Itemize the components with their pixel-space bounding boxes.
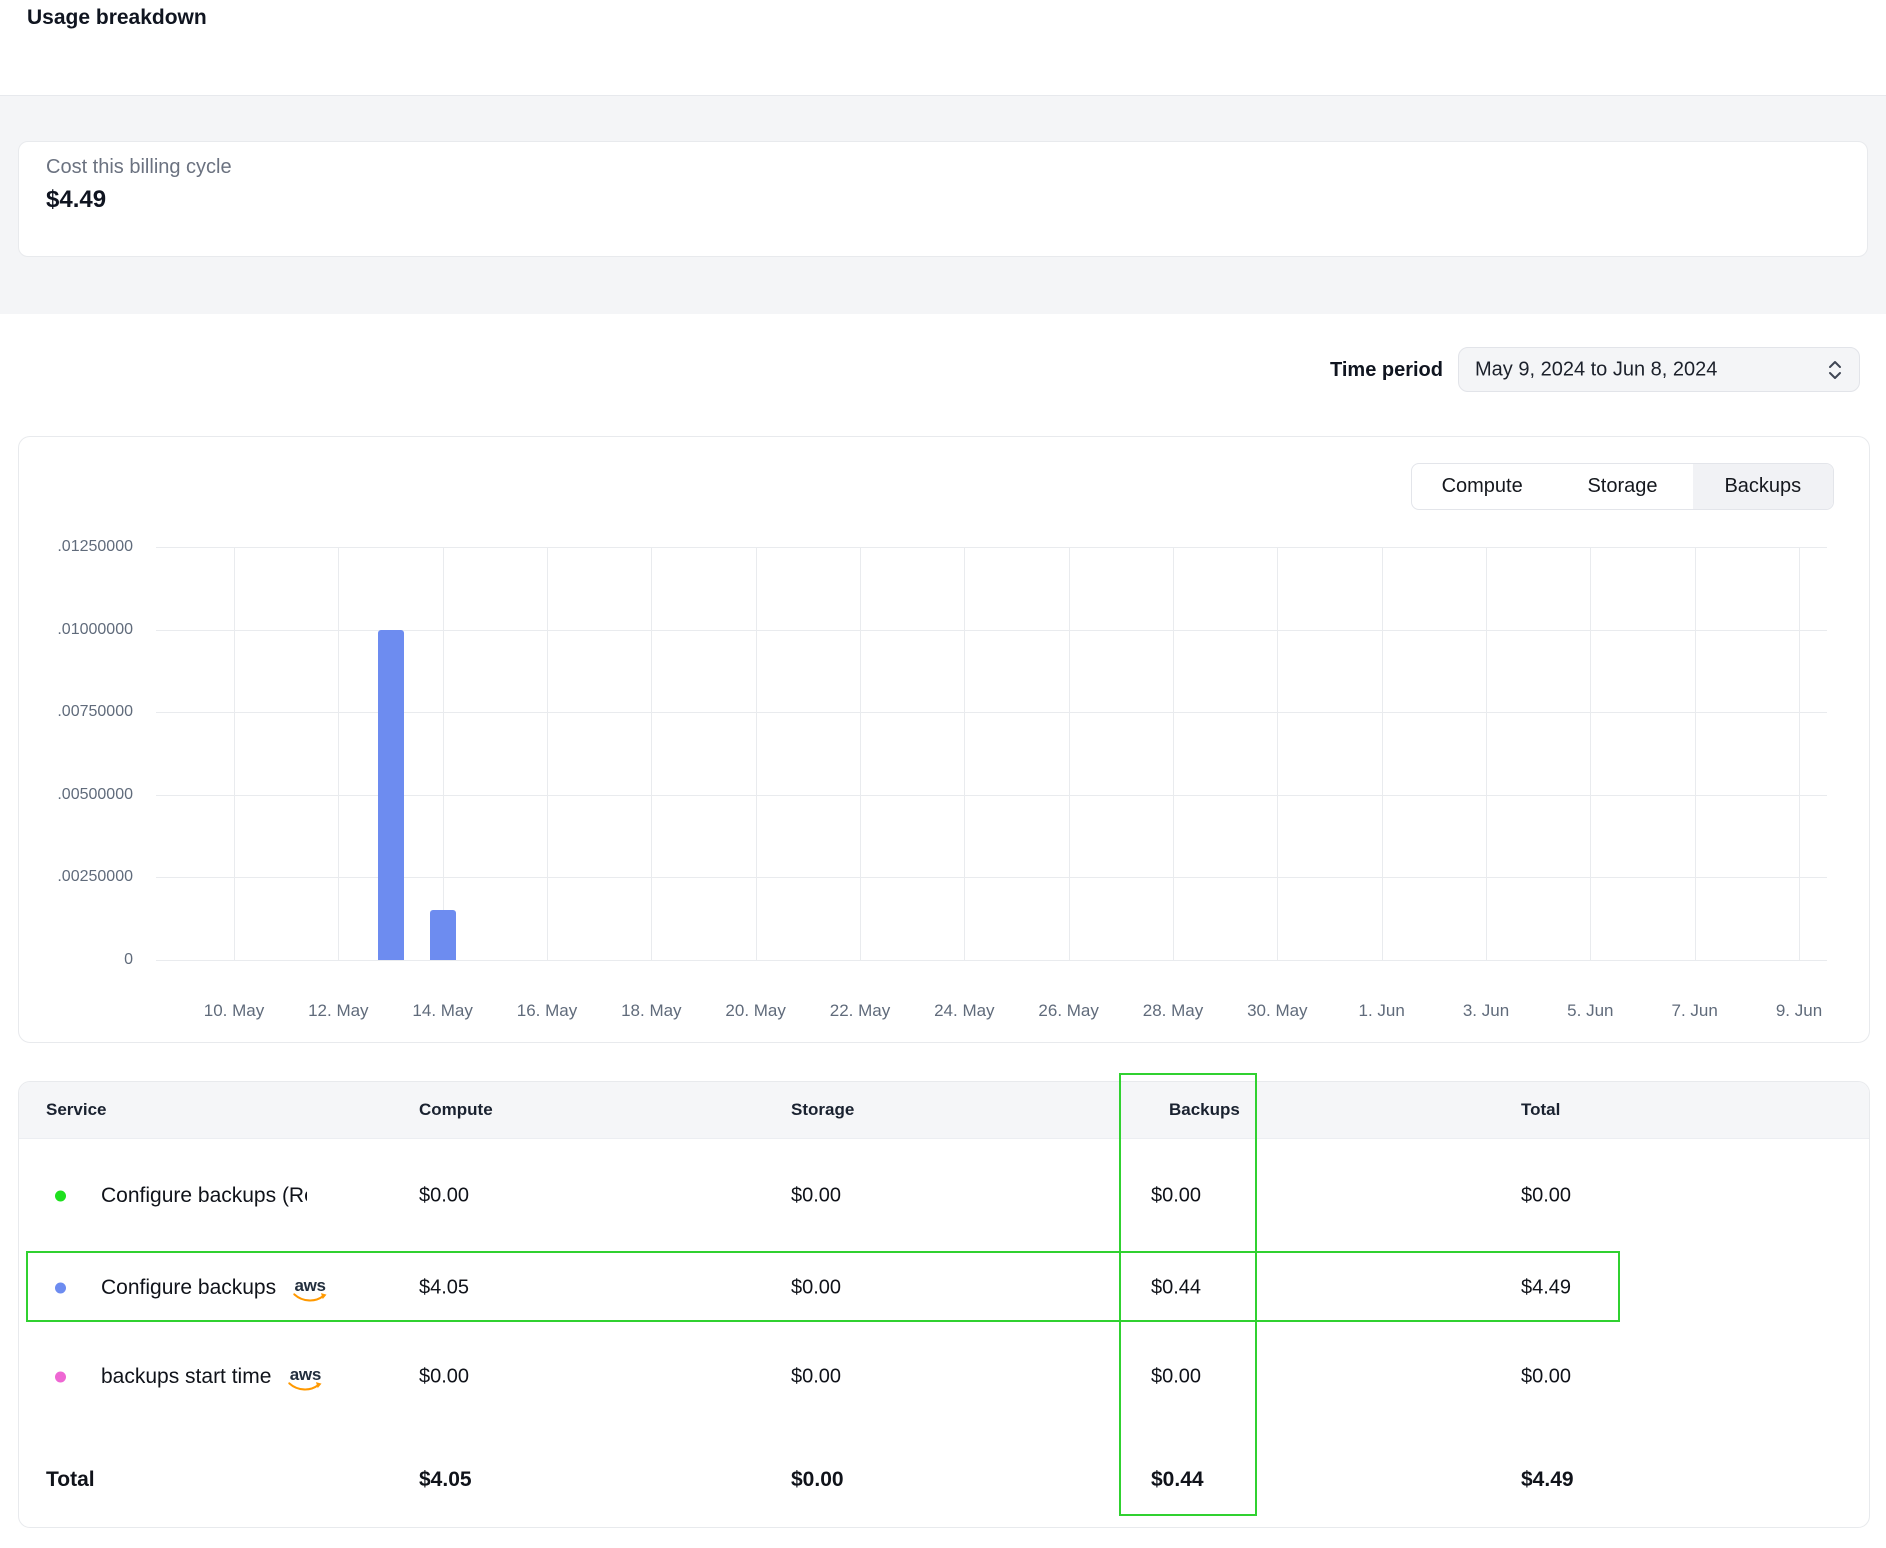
y-axis-tick-label: .00250000	[39, 868, 133, 886]
cost-summary-card: Cost this billing cycle $4.49	[18, 141, 1868, 257]
gridline-vertical	[1695, 547, 1696, 960]
compute-value: $0.00	[419, 1366, 469, 1389]
backups-total: $0.44	[1151, 1468, 1204, 1492]
gridline-horizontal	[156, 795, 1827, 796]
table-row: Configure backups aws $4.05 $0.00 $0.44 …	[19, 1252, 1869, 1323]
usage-table-card: Service Compute Storage Backups Total Co…	[18, 1081, 1870, 1528]
total-row-label: Total	[46, 1468, 95, 1492]
gridline-vertical	[1382, 547, 1383, 960]
gridline-vertical	[338, 547, 339, 960]
total-value: $0.00	[1521, 1184, 1571, 1207]
storage-value: $0.00	[791, 1276, 841, 1299]
gridline-vertical	[443, 547, 444, 960]
gridline-vertical	[1590, 547, 1591, 960]
gridline-vertical	[1069, 547, 1070, 960]
service-name: Configure backups (Resto	[101, 1184, 307, 1208]
gridline-vertical	[651, 547, 652, 960]
usage-chart-card: Compute Storage Backups .01250000.010000…	[18, 436, 1870, 1043]
aws-logo: aws	[285, 1366, 325, 1392]
aws-logo: aws	[290, 1277, 330, 1303]
backups-value: $0.00	[1151, 1366, 1201, 1389]
gridline-horizontal	[156, 960, 1827, 961]
chevron-up-down-icon	[1825, 359, 1845, 381]
chart-bar-13-may	[378, 630, 404, 960]
service-name: Configure backups	[101, 1276, 276, 1300]
gridline-vertical	[1277, 547, 1278, 960]
storage-value: $0.00	[791, 1184, 841, 1207]
time-period-value: May 9, 2024 to Jun 8, 2024	[1475, 358, 1717, 381]
x-axis-tick-label: 5. Jun	[1567, 1001, 1613, 1021]
column-header-compute: Compute	[419, 1100, 493, 1120]
time-period-select[interactable]: May 9, 2024 to Jun 8, 2024	[1458, 347, 1860, 392]
storage-total: $0.00	[791, 1468, 844, 1492]
chart-plot: .01250000 .01000000 .00750000 .00500000 .002…	[19, 437, 1869, 1042]
backups-value: $0.44	[1151, 1276, 1201, 1299]
y-axis-tick-label: .01250000	[39, 538, 133, 556]
compute-value: $4.05	[419, 1276, 469, 1299]
gridline-vertical	[964, 547, 965, 960]
series-dot	[55, 1282, 66, 1293]
gridline-vertical	[234, 547, 235, 960]
x-axis-tick-label: 20. May	[725, 1001, 785, 1021]
x-axis-tick-label: 9. Jun	[1776, 1001, 1822, 1021]
x-axis-tick-label: 7. Jun	[1672, 1001, 1718, 1021]
cost-value: $4.49	[46, 186, 106, 214]
y-axis-tick-label: 0	[39, 951, 133, 969]
x-axis-tick-label: 26. May	[1038, 1001, 1098, 1021]
x-axis-tick-label: 24. May	[934, 1001, 994, 1021]
gridline-horizontal	[156, 712, 1827, 713]
gridline-horizontal	[156, 877, 1827, 878]
table-total-row: Total $4.05 $0.00 $0.44 $4.49	[19, 1431, 1869, 1528]
gridline-vertical	[1486, 547, 1487, 960]
gridline-vertical	[756, 547, 757, 960]
table-row: backups start time aws $0.00 $0.00 $0.00…	[19, 1323, 1869, 1431]
gridline-vertical	[1173, 547, 1174, 960]
y-axis-tick-label: .00500000	[39, 786, 133, 804]
usage-breakdown-page: Usage breakdown Cost this billing cycle …	[0, 0, 1886, 1548]
total-value: $4.49	[1521, 1276, 1571, 1299]
time-period-label: Time period	[1280, 359, 1443, 382]
x-axis-tick-label: 18. May	[621, 1001, 681, 1021]
x-axis-tick-label: 30. May	[1247, 1001, 1307, 1021]
storage-value: $0.00	[791, 1366, 841, 1389]
gridline-vertical	[1799, 547, 1800, 960]
service-name: backups start time	[101, 1365, 271, 1389]
aws-swoosh-icon	[290, 1292, 330, 1303]
x-axis-tick-label: 12. May	[308, 1001, 368, 1021]
page-title: Usage breakdown	[27, 6, 207, 30]
x-axis-tick-label: 3. Jun	[1463, 1001, 1509, 1021]
x-axis-tick-label: 14. May	[412, 1001, 472, 1021]
total-value: $0.00	[1521, 1366, 1571, 1389]
x-axis-tick-label: 1. Jun	[1359, 1001, 1405, 1021]
summary-section: Cost this billing cycle $4.49	[0, 95, 1886, 314]
y-axis-tick-label: .01000000	[39, 621, 133, 639]
y-axis-tick-label: .00750000	[39, 703, 133, 721]
aws-swoosh-icon	[285, 1381, 325, 1392]
x-axis-tick-label: 10. May	[204, 1001, 264, 1021]
column-header-service: Service	[46, 1100, 107, 1120]
x-axis-tick-label: 28. May	[1143, 1001, 1203, 1021]
series-dot	[55, 1190, 66, 1201]
chart-bar-14-may	[430, 910, 456, 960]
grand-total: $4.49	[1521, 1468, 1574, 1492]
gridline-vertical	[547, 547, 548, 960]
table-header-row: Service Compute Storage Backups Total	[19, 1082, 1869, 1139]
series-dot	[55, 1372, 66, 1383]
column-header-total: Total	[1521, 1100, 1560, 1120]
table-row: Configure backups (Resto $0.00 $0.00 $0.…	[19, 1139, 1869, 1252]
compute-total: $4.05	[419, 1468, 472, 1492]
backups-value: $0.00	[1151, 1184, 1201, 1207]
gridline-horizontal	[156, 547, 1827, 548]
x-axis-tick-label: 16. May	[517, 1001, 577, 1021]
x-axis-tick-label: 22. May	[830, 1001, 890, 1021]
cost-label: Cost this billing cycle	[46, 156, 232, 179]
gridline-horizontal	[156, 630, 1827, 631]
column-header-storage: Storage	[791, 1100, 854, 1120]
gridline-vertical	[860, 547, 861, 960]
column-header-backups: Backups	[1169, 1100, 1240, 1120]
compute-value: $0.00	[419, 1184, 469, 1207]
